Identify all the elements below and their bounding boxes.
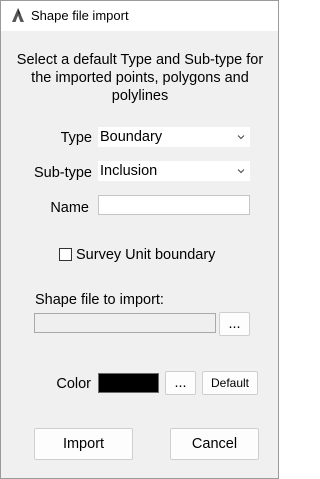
color-label: Color [56,376,91,392]
app-logo-icon [12,8,24,22]
title-bar: Shape file import [1,1,278,31]
type-select[interactable]: Boundary [98,127,250,147]
survey-unit-checkbox[interactable] [59,248,72,261]
shape-file-import-dialog: Shape file import Select a default Type … [0,0,279,479]
import-button[interactable]: Import [34,428,133,460]
color-swatch [98,373,159,393]
subtype-select-value: Inclusion [100,163,158,179]
window-title: Shape file import [31,8,129,23]
subtype-select[interactable]: Inclusion [98,161,250,181]
type-select-value: Boundary [100,129,163,145]
name-label: Name [50,200,89,216]
default-color-button[interactable]: Default [202,371,258,395]
subtype-label: Sub-type [33,165,92,181]
color-picker-button[interactable]: ... [165,371,196,395]
name-input[interactable] [98,195,250,215]
instructions-text: Select a default Type and Sub-type for t… [16,52,264,104]
chevron-down-icon [237,169,245,174]
shape-file-path-field [34,313,216,333]
chevron-down-icon [237,135,245,140]
cancel-button[interactable]: Cancel [170,428,259,460]
type-label: Type [60,130,92,146]
browse-shape-file-button[interactable]: ... [219,312,250,336]
shape-file-label: Shape file to import: [35,292,164,308]
survey-unit-label[interactable]: Survey Unit boundary [76,246,215,264]
